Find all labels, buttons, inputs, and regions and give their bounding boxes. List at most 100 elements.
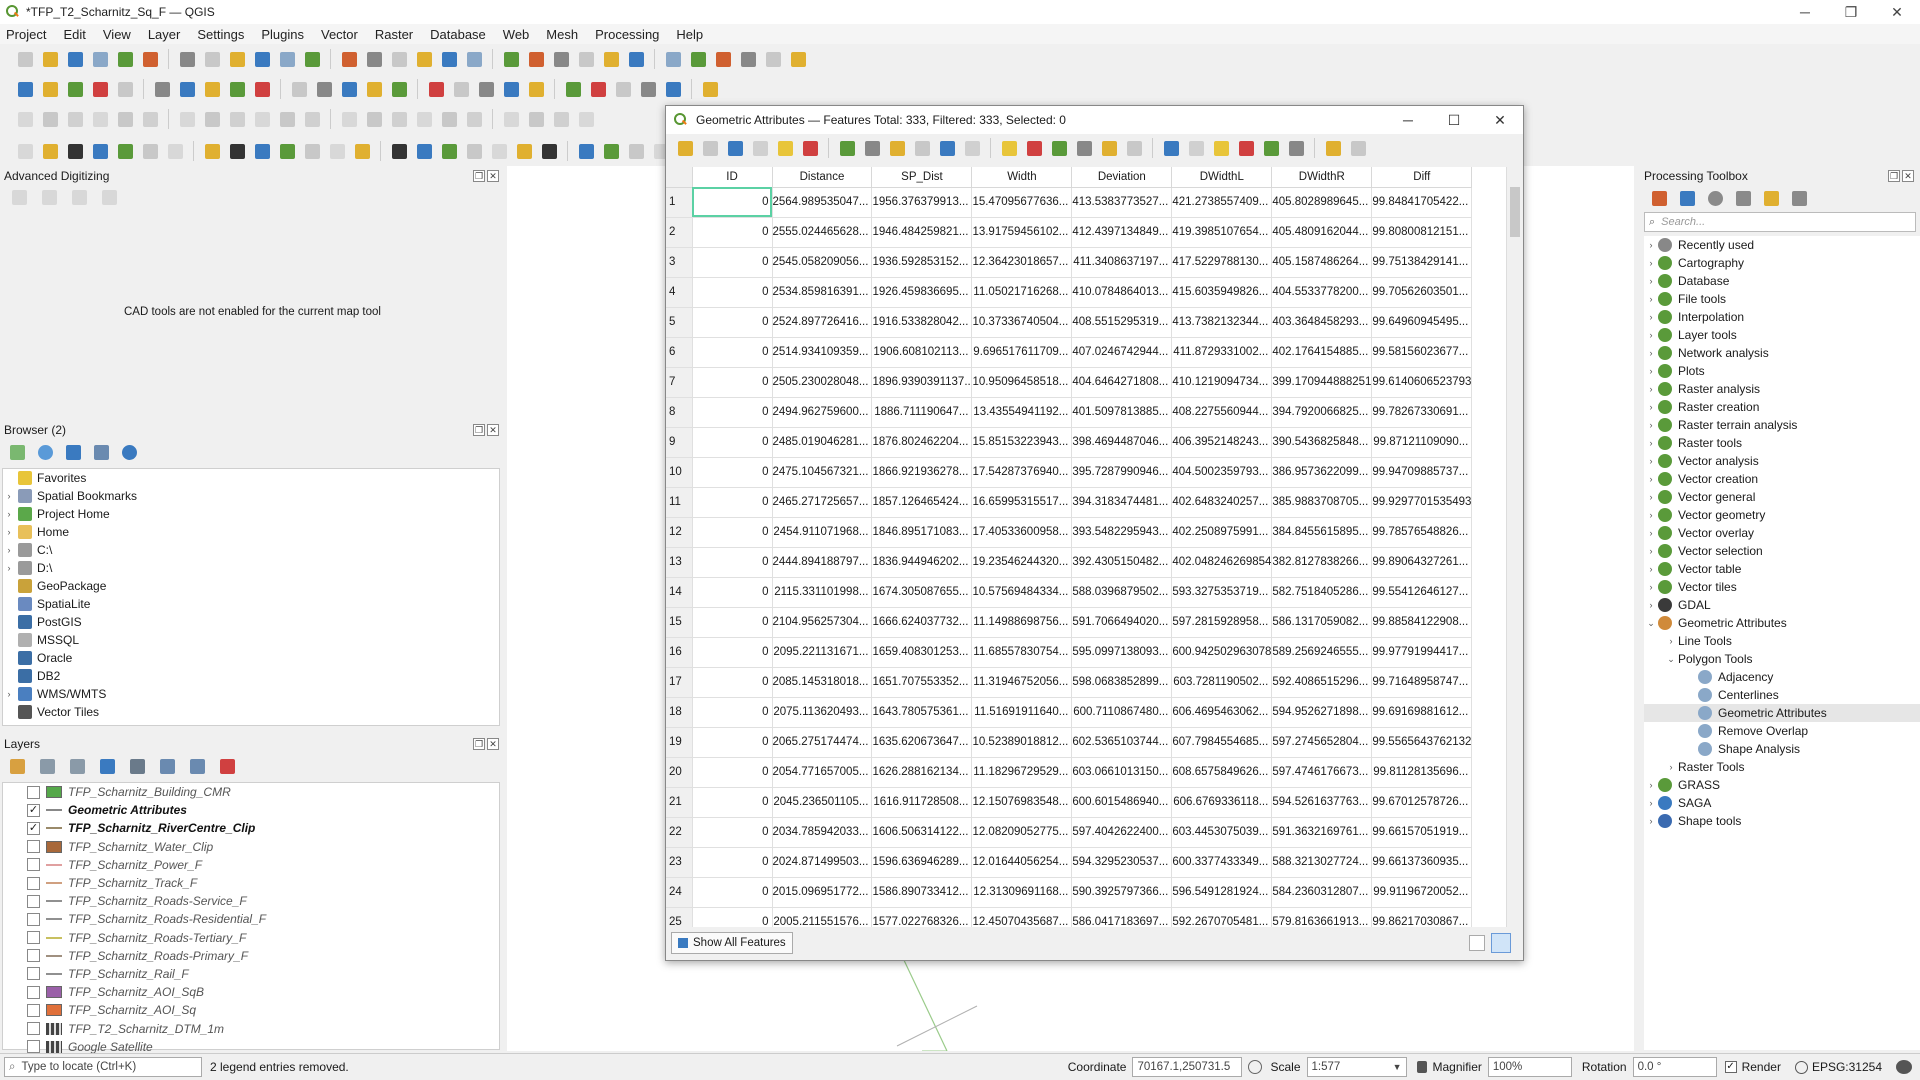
crs-globe-icon[interactable] <box>1794 1060 1808 1074</box>
expand-arrow-icon[interactable]: › <box>3 545 15 555</box>
table-row[interactable]: 10 0 2475.104567321... 1866.921936278... 17.… <box>666 457 1473 488</box>
toolbar-tool-icon[interactable] <box>1210 137 1232 159</box>
corner-cell[interactable] <box>666 167 693 188</box>
manage-visibility-icon[interactable] <box>66 755 88 777</box>
table-cell[interactable]: 382.8127838266... <box>1271 547 1373 578</box>
expand-arrow-icon[interactable]: › <box>1644 492 1658 502</box>
table-row[interactable]: 15 0 2104.956257304... 1666.624037732... 11.… <box>666 607 1473 638</box>
expand-arrow-icon[interactable]: › <box>1644 366 1658 376</box>
layer-item[interactable]: TFP_Scharnitz_Roads-Primary_F <box>3 947 499 965</box>
toolbar-tool-icon[interactable] <box>787 48 809 70</box>
close-panel-icon[interactable]: ✕ <box>487 738 499 750</box>
table-cell[interactable]: 99.94709885737... <box>1371 457 1473 488</box>
expand-arrow-icon[interactable]: › <box>1644 240 1658 250</box>
filter-icon[interactable] <box>62 441 84 463</box>
expand-arrow-icon[interactable]: › <box>1644 816 1658 826</box>
table-cell[interactable]: 1674.305087655... <box>871 577 973 608</box>
messages-icon[interactable] <box>1896 1060 1912 1074</box>
toolbar-tool-icon[interactable] <box>1160 137 1182 159</box>
menu-processing[interactable]: Processing <box>595 27 659 42</box>
menu-help[interactable]: Help <box>676 27 703 42</box>
table-row[interactable]: 11 0 2465.271725657... 1857.126465424... 16.… <box>666 487 1473 518</box>
processing-item[interactable]: › Raster terrain analysis <box>1644 416 1920 434</box>
toolbar-tool-icon[interactable] <box>226 78 248 100</box>
toolbar-tool-icon[interactable] <box>450 78 472 100</box>
table-cell[interactable]: 1916.533828042... <box>871 307 973 338</box>
table-cell[interactable]: 0 <box>692 667 773 698</box>
table-cell[interactable]: 99.78267330691... <box>1371 397 1473 428</box>
table-cell[interactable]: 1926.459836695... <box>871 277 973 308</box>
table-row[interactable]: 7 0 2505.230028048... 1896.9390391137... 10.… <box>666 367 1473 398</box>
layer-visibility-checkbox[interactable] <box>27 1003 40 1017</box>
toolbar-tool-icon[interactable] <box>699 78 721 100</box>
table-row[interactable]: 17 0 2085.145318018... 1651.707553352... 11.… <box>666 667 1473 698</box>
toolbar-tool-icon[interactable] <box>301 140 323 162</box>
table-cell[interactable]: 1946.484259821... <box>871 217 973 248</box>
table-cell[interactable]: 0 <box>692 187 773 218</box>
processing-item[interactable]: › Vector geometry <box>1644 506 1920 524</box>
toolbar-tool-icon[interactable] <box>836 137 858 159</box>
row-number[interactable]: 24 <box>666 877 693 908</box>
filter-legend-icon[interactable] <box>96 755 118 777</box>
toolbar-tool-icon[interactable] <box>363 78 385 100</box>
table-cell[interactable]: 13.43554941192... <box>971 397 1073 428</box>
toolbar-tool-icon[interactable] <box>176 78 198 100</box>
layer-visibility-checkbox[interactable] <box>27 840 40 854</box>
table-cell[interactable]: 598.0683852899... <box>1071 667 1173 698</box>
table-cell[interactable]: 99.58156023677... <box>1371 337 1473 368</box>
processing-item[interactable]: Geometric Attributes <box>1644 704 1920 722</box>
table-cell[interactable]: 405.1587486264... <box>1271 247 1373 278</box>
table-cell[interactable]: 1857.126465424... <box>871 487 973 518</box>
table-cell[interactable]: 0 <box>692 787 773 818</box>
table-cell[interactable]: 2095.221131671... <box>772 637 873 668</box>
table-cell[interactable]: 2104.956257304... <box>772 607 873 638</box>
expand-arrow-icon[interactable]: › <box>1664 762 1678 772</box>
processing-item[interactable]: › Raster tools <box>1644 434 1920 452</box>
toolbar-tool-icon[interactable] <box>911 137 933 159</box>
table-cell[interactable]: 2045.236501105... <box>772 787 873 818</box>
browser-item[interactable]: › D:\ <box>3 559 499 577</box>
table-cell[interactable]: 404.6464271808... <box>1071 367 1173 398</box>
table-cell[interactable]: 12.36423018657... <box>971 247 1073 278</box>
table-cell[interactable]: 19.23546244320... <box>971 547 1073 578</box>
table-cell[interactable]: 99.71648958747... <box>1371 667 1473 698</box>
menu-edit[interactable]: Edit <box>63 27 85 42</box>
table-cell[interactable]: 593.3275353719... <box>1171 577 1273 608</box>
table-cell[interactable]: 607.7984554685... <box>1171 727 1273 758</box>
toolbar-tool-icon[interactable] <box>1347 137 1369 159</box>
table-cell[interactable]: 419.3985107654... <box>1171 217 1273 248</box>
toolbar-tool-icon[interactable] <box>176 108 198 130</box>
history-icon[interactable] <box>1704 187 1726 209</box>
menu-mesh[interactable]: Mesh <box>546 27 578 42</box>
layer-item[interactable]: TFP_Scharnitz_Building_CMR <box>3 783 499 801</box>
processing-item[interactable]: › Raster analysis <box>1644 380 1920 398</box>
table-cell[interactable]: 408.2275560944... <box>1171 397 1273 428</box>
toolbar-tool-icon[interactable] <box>438 48 460 70</box>
maximize-button[interactable]: ☐ <box>1431 106 1477 134</box>
table-cell[interactable]: 404.5002359793... <box>1171 457 1273 488</box>
edit-features-in-place-icon[interactable] <box>1760 187 1782 209</box>
table-cell[interactable]: 99.9297701535493 <box>1371 487 1473 518</box>
toolbar-tool-icon[interactable] <box>587 78 609 100</box>
processing-item[interactable]: › Vector tiles <box>1644 578 1920 596</box>
layer-visibility-checkbox[interactable]: ✓ <box>27 803 40 817</box>
toolbar-tool-icon[interactable] <box>338 78 360 100</box>
processing-item[interactable]: › Recently used <box>1644 236 1920 254</box>
table-row[interactable]: 21 0 2045.236501105... 1616.911728508... 12.… <box>666 787 1473 818</box>
layer-visibility-checkbox[interactable] <box>27 858 40 872</box>
toolbar-tool-icon[interactable] <box>39 108 61 130</box>
table-cell[interactable]: 2115.331101998... <box>772 577 873 608</box>
layer-visibility-checkbox[interactable] <box>27 985 40 999</box>
table-cell[interactable]: 2534.859816391... <box>772 277 873 308</box>
toolbar-tool-icon[interactable] <box>301 108 323 130</box>
table-cell[interactable]: 99.81128135696... <box>1371 757 1473 788</box>
toolbar-tool-icon[interactable] <box>276 48 298 70</box>
table-cell[interactable]: 597.4042622400... <box>1071 817 1173 848</box>
table-cell[interactable]: 412.4397134849... <box>1071 217 1173 248</box>
table-cell[interactable]: 1606.506314122... <box>871 817 973 848</box>
toolbar-tool-icon[interactable] <box>1322 137 1344 159</box>
table-cell[interactable]: 2085.145318018... <box>772 667 873 698</box>
toolbar-tool-icon[interactable] <box>998 137 1020 159</box>
expand-arrow-icon[interactable]: › <box>3 491 15 501</box>
table-cell[interactable]: 2454.911071968... <box>772 517 873 548</box>
